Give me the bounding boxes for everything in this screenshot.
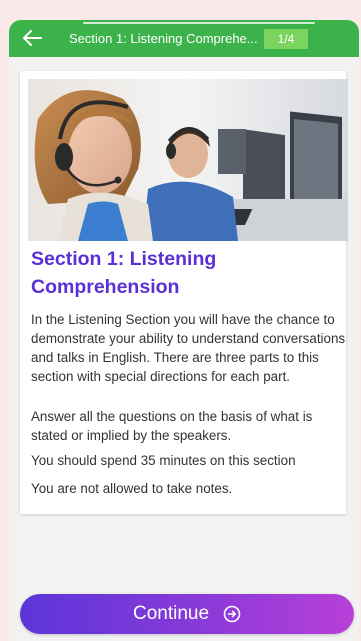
section-heading: Section 1: Listening Comprehension: [31, 248, 217, 298]
section-title: Section 1: Listening Comprehe...: [69, 31, 258, 46]
instruction-paragraph: You are not allowed to take notes.: [31, 481, 233, 496]
continue-button[interactable]: Continue: [20, 594, 354, 634]
continue-label: Continue: [132, 603, 210, 624]
top-bar-divider: [83, 22, 315, 24]
arrow-left-icon[interactable]: [21, 27, 43, 49]
section-card: Section 1: Listening Comprehension In th…: [20, 71, 348, 514]
app-screen: Section 1: Listening Comprehe... 1/4 Sec…: [9, 20, 359, 641]
section-image: [28, 79, 348, 241]
top-bar: Section 1: Listening Comprehe... 1/4: [9, 20, 359, 57]
progress-badge: 1/4: [264, 29, 308, 49]
instruction-paragraph: Answer all the questions on the basis of…: [31, 409, 313, 443]
instruction-paragraph: You should spend 35 minutes on this sect…: [31, 453, 296, 468]
instruction-paragraph: In the Listening Section you will have t…: [31, 312, 346, 384]
arrow-circle-right-icon: [223, 605, 241, 623]
